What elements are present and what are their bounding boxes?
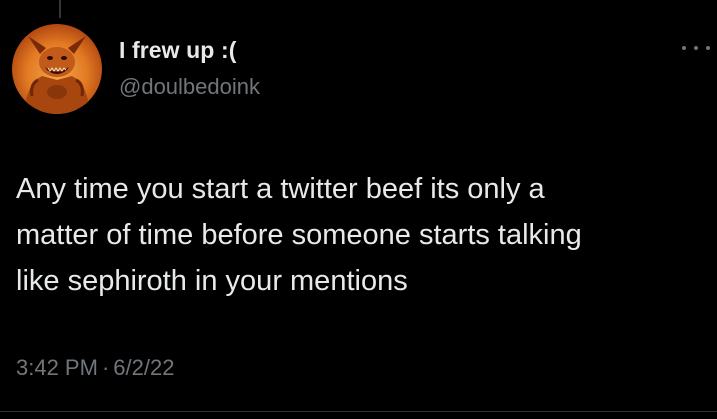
thread-connector-line: [59, 0, 61, 18]
user-handle[interactable]: @doulbedoink: [119, 74, 260, 100]
more-icon-dot: [694, 46, 698, 50]
tweet-text: Any time you start a twitter beef its on…: [16, 173, 582, 297]
demon-avatar-icon: [24, 36, 90, 114]
tweet-time: 3:42 PM: [16, 355, 98, 380]
more-options-button[interactable]: [682, 40, 710, 56]
display-name[interactable]: I frew up :(: [119, 37, 236, 64]
divider: [0, 411, 717, 412]
avatar[interactable]: [12, 24, 102, 114]
more-icon-dot: [682, 46, 686, 50]
tweet-date: 6/2/22: [113, 355, 175, 380]
tweet-timestamp[interactable]: 3:42 PM · 6/2/22: [16, 355, 174, 381]
more-icon-dot: [706, 46, 710, 50]
meta-separator: ·: [101, 355, 110, 380]
